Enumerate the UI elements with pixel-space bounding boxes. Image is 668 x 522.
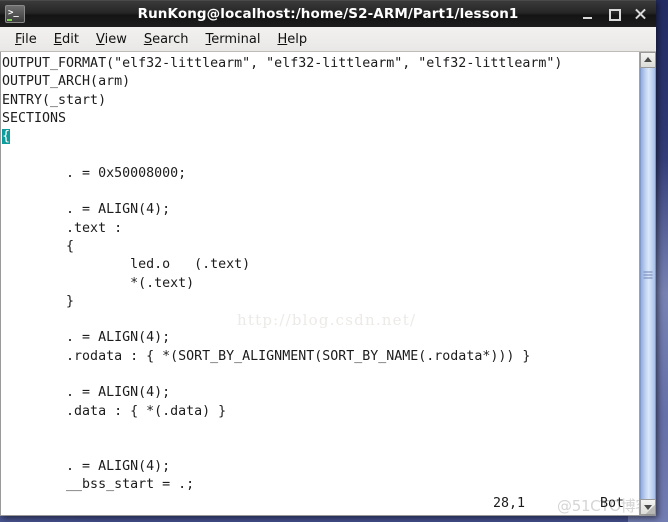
buffer-line: *(.text) <box>2 275 195 291</box>
buffer-line: .data : { *(.data) } <box>2 403 227 419</box>
buffer-line: { <box>2 238 75 254</box>
menu-item-search-mnemonic: S <box>143 31 153 47</box>
buffer-line: . = ALIGN(4); <box>2 458 171 474</box>
menu-item-edit-mnemonic: E <box>53 31 62 47</box>
menu-item-help-rest: elp <box>287 31 308 47</box>
buffer-line <box>2 421 639 439</box>
menu-item-file-rest: ile <box>21 31 37 47</box>
buffer-line: led.o (.text) <box>2 257 251 273</box>
buffer-line: __bss_start = .; <box>2 476 195 492</box>
scrollbar-grip <box>643 271 653 279</box>
terminal-body: OUTPUT_FORMAT("elf32-littlearm", "elf32-… <box>0 52 656 516</box>
menu-item-edit-rest: dit <box>62 31 79 47</box>
buffer-line <box>2 183 639 201</box>
menu-item-view-mnemonic: V <box>95 31 105 47</box>
scroll-up-icon[interactable] <box>640 52 656 68</box>
buffer-line <box>2 366 639 384</box>
menu-item-search[interactable]: Search <box>136 30 198 49</box>
buffer-line <box>2 311 639 329</box>
menu-item-search-rest: earch <box>152 31 189 47</box>
cursor-highlight: { <box>2 129 11 145</box>
window-controls <box>582 8 656 21</box>
menu-item-view[interactable]: View <box>88 30 136 49</box>
scroll-position-label: Bot <box>600 496 625 511</box>
menu-item-help-mnemonic: H <box>277 31 288 47</box>
buffer-line: SECTIONS <box>2 110 67 126</box>
buffer-line: . = ALIGN(4); <box>2 202 171 218</box>
resize-corner[interactable] <box>644 504 656 516</box>
window-title: RunKong@localhost:/home/S2-ARM/Part1/les… <box>137 6 519 22</box>
buffer-line: . = ALIGN(4); <box>2 330 171 346</box>
buffer-line: . = 0x50008000; <box>2 165 187 181</box>
buffer-line: ENTRY(_start) <box>2 92 107 108</box>
buffer-line: OUTPUT_FORMAT("elf32-littlearm", "elf32-… <box>2 56 563 71</box>
close-button[interactable] <box>634 8 646 20</box>
buffer-line: .rodata : { *(SORT_BY_ALIGNMENT(SORT_BY_… <box>2 348 531 364</box>
menu-item-terminal[interactable]: Terminal <box>198 30 270 49</box>
buffer-line: { <box>2 128 639 146</box>
window-titlebar[interactable]: RunKong@localhost:/home/S2-ARM/Part1/les… <box>0 0 656 27</box>
buffer-line: .text : <box>2 220 123 236</box>
terminal-screen[interactable]: OUTPUT_FORMAT("elf32-littlearm", "elf32-… <box>1 52 639 515</box>
menu-item-terminal-rest: erminal <box>211 31 261 47</box>
buffer-line: . = ALIGN(4); <box>2 385 171 401</box>
minimize-button[interactable] <box>582 8 594 20</box>
scrollbar-thumb[interactable] <box>640 68 656 499</box>
buffer-line: } <box>2 293 75 309</box>
menu-item-view-rest: iew <box>104 31 127 47</box>
menu-bar: File Edit View Search Terminal Help <box>0 27 656 52</box>
vertical-scrollbar[interactable] <box>639 52 656 515</box>
maximize-button[interactable] <box>608 8 621 21</box>
vim-status-line: @51CTO博客 28,1 Bot <box>1 495 639 515</box>
buffer-line <box>2 439 639 457</box>
terminal-icon <box>5 5 25 23</box>
buffer-line: OUTPUT_ARCH(arm) <box>2 74 131 90</box>
site-watermark: @51CTO博客 <box>557 497 639 515</box>
menu-item-help[interactable]: Help <box>269 30 316 49</box>
terminal-window: RunKong@localhost:/home/S2-ARM/Part1/les… <box>0 0 656 516</box>
buffer-line <box>2 146 639 164</box>
menu-item-edit[interactable]: Edit <box>46 30 88 49</box>
cursor-position: 28,1 <box>493 496 526 511</box>
vim-buffer[interactable]: OUTPUT_FORMAT("elf32-littlearm", "elf32-… <box>2 54 639 515</box>
menu-item-file[interactable]: File <box>7 30 46 49</box>
